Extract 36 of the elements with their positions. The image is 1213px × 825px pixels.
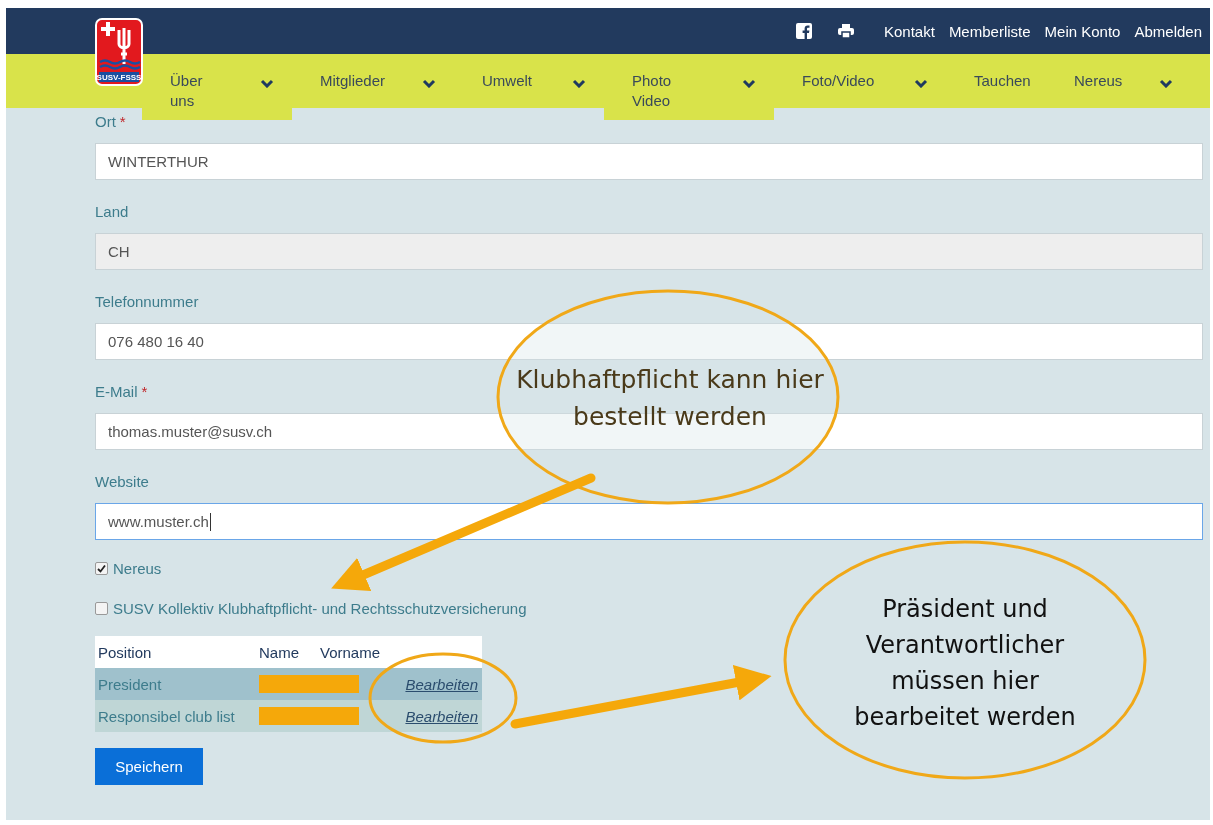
required-asterisk: * [119,113,126,130]
field-label: Ort [95,113,116,130]
callout-text: Präsident und Verantwortlicher müssen hier bearbeitet werden [853,594,1077,733]
input-field[interactable]: 076 480 16 40 [95,323,1203,360]
nav-label: Umwelt [482,71,532,91]
facebook-icon[interactable] [796,23,812,39]
nav-label: Photo Video [632,71,673,111]
nav-label: Über uns [170,71,204,111]
edit-link[interactable]: Bearbeiten [405,675,482,693]
top-nav-link[interactable]: Memberliste [948,22,1031,40]
field-label: Telefonnummer [95,293,199,310]
nav-label: Foto/Video [802,71,875,91]
input-field[interactable]: www.muster.ch [95,503,1203,540]
top-nav-link[interactable]: Kontakt [884,22,935,40]
nav-label: Nereus [1074,71,1123,91]
top-nav-link[interactable]: Abmelden [1134,22,1202,40]
input-field[interactable]: WINTERTHUR [95,143,1203,180]
print-icon[interactable] [838,24,854,38]
table-cell-text: President [98,675,163,693]
column-header: Position [98,643,153,661]
column-header: Vorname [320,643,381,661]
field-label: Website [95,473,149,490]
nav-label: Mitglieder [320,71,386,91]
save-button[interactable]: Speichern [95,748,203,785]
required-asterisk: * [141,383,148,400]
edit-link[interactable]: Bearbeiten [405,707,482,725]
nav-label: Tauchen [974,71,1031,91]
table-cell-text: Responsibel club list [98,707,236,725]
field-label: Land [95,203,129,220]
checkbox-label: Nereus [113,559,162,577]
checkbox-label: SUSV Kollektiv Klubhaftpflicht- und Rechtsschutzversicherung [113,599,527,617]
field-label: E-Mail [95,383,138,400]
column-header: Name [259,643,300,661]
checkbox[interactable] [95,601,108,615]
top-nav-link[interactable]: Mein Konto [1044,22,1121,40]
checkbox[interactable] [95,561,108,575]
